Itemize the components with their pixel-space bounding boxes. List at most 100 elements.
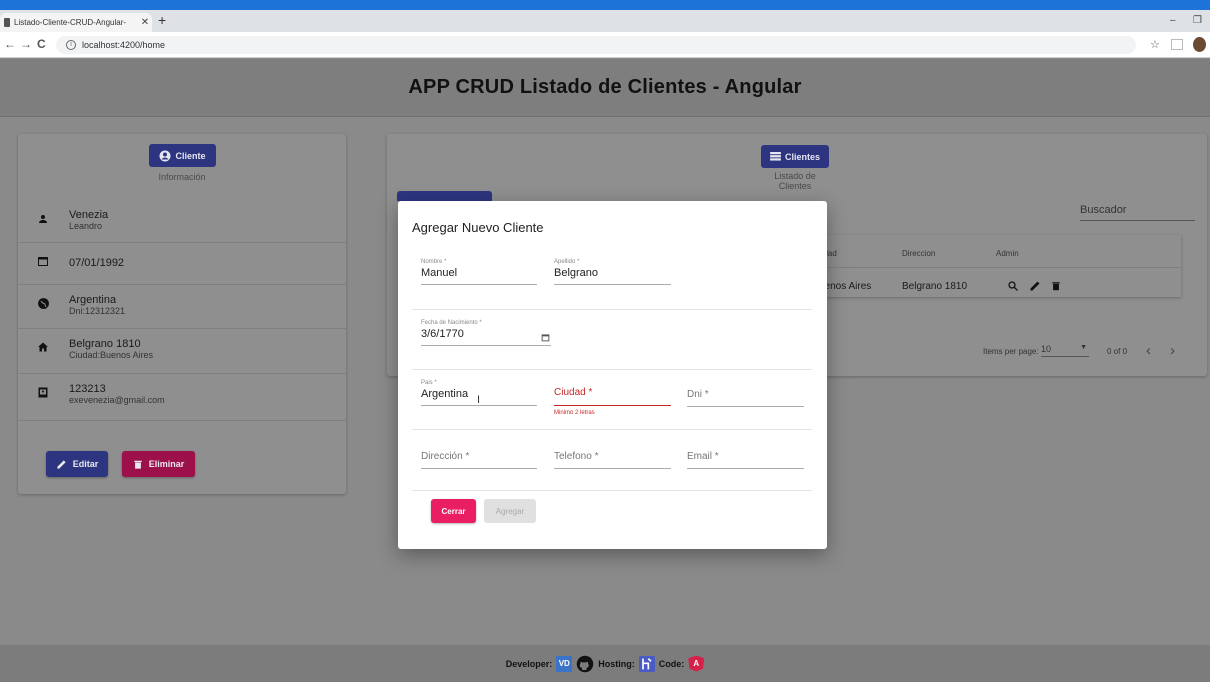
page-size-value: 10 <box>1041 344 1052 354</box>
divider <box>18 420 346 421</box>
client-contact-row: 123213 exevenezia@gmail.com <box>18 373 346 413</box>
divider <box>412 490 812 491</box>
fecha-value[interactable]: 3/6/1770 <box>421 328 551 342</box>
developer-label: Developer: <box>505 658 553 669</box>
trash-icon <box>133 460 142 469</box>
tab-close-icon[interactable]: ✕ <box>138 17 152 28</box>
clients-chip-label: Clientes <box>784 151 820 162</box>
direccion-field[interactable]: Dirección * <box>421 451 537 469</box>
calendar-icon <box>36 255 50 270</box>
table-row-divider <box>807 267 1181 268</box>
footer: Developer: VD Hosting: Code: A <box>0 645 1210 682</box>
heroku-icon[interactable] <box>638 655 655 672</box>
add-client-dialog: Agregar Nuevo Cliente Nombre * Manuel Ap… <box>398 201 827 549</box>
column-header-direccion[interactable]: Direccion <box>902 249 935 258</box>
clients-chip: Clientes <box>761 145 829 168</box>
search-icon[interactable] <box>1007 280 1019 292</box>
fecha-nacimiento-field[interactable]: Fecha de Nacimiento * 3/6/1770 <box>421 320 551 346</box>
edit-button-label: Editar <box>72 459 99 469</box>
edit-icon[interactable] <box>1029 280 1041 292</box>
restore-button[interactable]: ❐ <box>1193 15 1202 26</box>
browser-top-strip <box>0 0 1210 10</box>
new-tab-button[interactable]: + <box>158 12 166 28</box>
divider <box>412 429 812 430</box>
nombre-field[interactable]: Nombre * Manuel <box>421 259 537 285</box>
text-cursor-icon: I <box>477 394 481 406</box>
angular-icon[interactable]: A <box>688 655 705 672</box>
items-per-page-label: Items per page: <box>983 347 1039 356</box>
reload-button[interactable]: C <box>37 37 46 51</box>
home-icon <box>36 341 50 356</box>
client-city: Ciudad:Buenos Aires <box>69 349 154 360</box>
email-placeholder: Email * <box>687 451 719 462</box>
chevron-down-icon: ▼ <box>1080 344 1087 351</box>
nombre-value[interactable]: Manuel <box>421 267 537 281</box>
code-label: Code: <box>658 658 685 669</box>
delete-button-label: Eliminar <box>148 459 185 469</box>
calendar-icon[interactable] <box>541 333 550 342</box>
column-header-admin: Admin <box>996 249 1019 258</box>
minimize-button[interactable]: – <box>1170 15 1176 26</box>
page-size-select[interactable]: 10 ▼ <box>1041 344 1089 357</box>
client-address-row: Belgrano 1810 Ciudad:Buenos Aires <box>18 328 346 368</box>
client-birthdate-row: 07/01/1992 <box>18 242 346 282</box>
pais-label: Pais * <box>421 380 437 386</box>
client-info-card: Cliente Información Venezia Leandro 07/01… <box>18 134 346 494</box>
browser-tab[interactable]: Listado-Cliente-CRUD-Angular- ✕ <box>0 13 152 32</box>
client-chip-caption: Información <box>158 172 206 182</box>
address-bar: ← → C i localhost:4200/home ☆ <box>0 32 1210 58</box>
forward-button[interactable]: → <box>20 37 32 51</box>
client-chip: Cliente <box>149 144 216 167</box>
apellido-label: Apellido * <box>554 259 580 265</box>
profile-avatar[interactable] <box>1193 37 1206 52</box>
client-country-row: Argentina Dni:12312321 <box>18 284 346 324</box>
telefono-field[interactable]: Telefono * <box>554 451 671 469</box>
vd-badge-icon[interactable]: VD <box>556 655 573 672</box>
globe-icon <box>36 297 50 313</box>
account-circle-icon <box>159 150 171 161</box>
client-phone: 123213 <box>69 382 106 395</box>
edit-button[interactable]: Editar <box>46 451 108 477</box>
paginator-range: 0 of 0 <box>1107 347 1128 356</box>
contact-card-icon <box>36 386 50 402</box>
telefono-placeholder: Telefono * <box>554 451 599 462</box>
next-page-button[interactable]: › <box>1170 342 1175 359</box>
page-title: APP CRUD Listado de Clientes - Angular <box>408 76 802 98</box>
browser-tab-bar: Listado-Cliente-CRUD-Angular- ✕ + – ❐ <box>0 10 1210 32</box>
direccion-placeholder: Dirección * <box>421 451 470 462</box>
divider <box>412 369 812 370</box>
divider <box>412 309 812 310</box>
email-field[interactable]: Email * <box>687 451 804 469</box>
back-button[interactable]: ← <box>4 37 16 51</box>
client-chip-label: Cliente <box>175 150 206 161</box>
extension-icon[interactable] <box>1171 39 1183 50</box>
nombre-label: Nombre * <box>421 259 447 265</box>
client-name-row: Venezia Leandro <box>18 200 346 240</box>
ciudad-field[interactable]: Ciudad * Minimo 2 letras <box>554 387 671 416</box>
delete-button[interactable]: Eliminar <box>122 451 195 477</box>
prev-page-button[interactable]: ‹ <box>1146 342 1151 359</box>
add-button[interactable]: Agregar <box>484 499 536 523</box>
info-icon[interactable]: i <box>66 40 76 50</box>
new-client-button[interactable] <box>397 191 492 201</box>
bookmark-star-icon[interactable]: ☆ <box>1150 38 1160 51</box>
apellido-value[interactable]: Belgrano <box>554 267 671 281</box>
url-field[interactable]: i localhost:4200/home <box>56 36 1136 54</box>
pencil-icon <box>57 459 66 469</box>
delete-icon[interactable] <box>1051 280 1061 292</box>
dni-field[interactable]: Dni * <box>687 389 804 407</box>
dialog-title: Agregar Nuevo Cliente <box>412 220 544 235</box>
client-lastname: Venezia <box>69 209 109 221</box>
apellido-field[interactable]: Apellido * Belgrano <box>554 259 671 285</box>
search-input[interactable]: Buscador <box>1080 204 1195 221</box>
hosting-label: Hosting: <box>598 658 635 669</box>
client-address: Belgrano 1810 <box>69 337 141 350</box>
github-icon[interactable] <box>576 655 594 673</box>
clients-chip-caption: Listado de Clientes <box>774 171 816 191</box>
close-button[interactable]: Cerrar <box>431 499 476 523</box>
favicon-icon <box>4 18 10 27</box>
fecha-label: Fecha de Nacimiento * <box>421 320 482 326</box>
client-birthdate: 07/01/1992 <box>69 256 125 269</box>
ciudad-error: Minimo 2 letras <box>554 410 595 416</box>
app-header: APP CRUD Listado de Clientes - Angular <box>0 59 1210 117</box>
